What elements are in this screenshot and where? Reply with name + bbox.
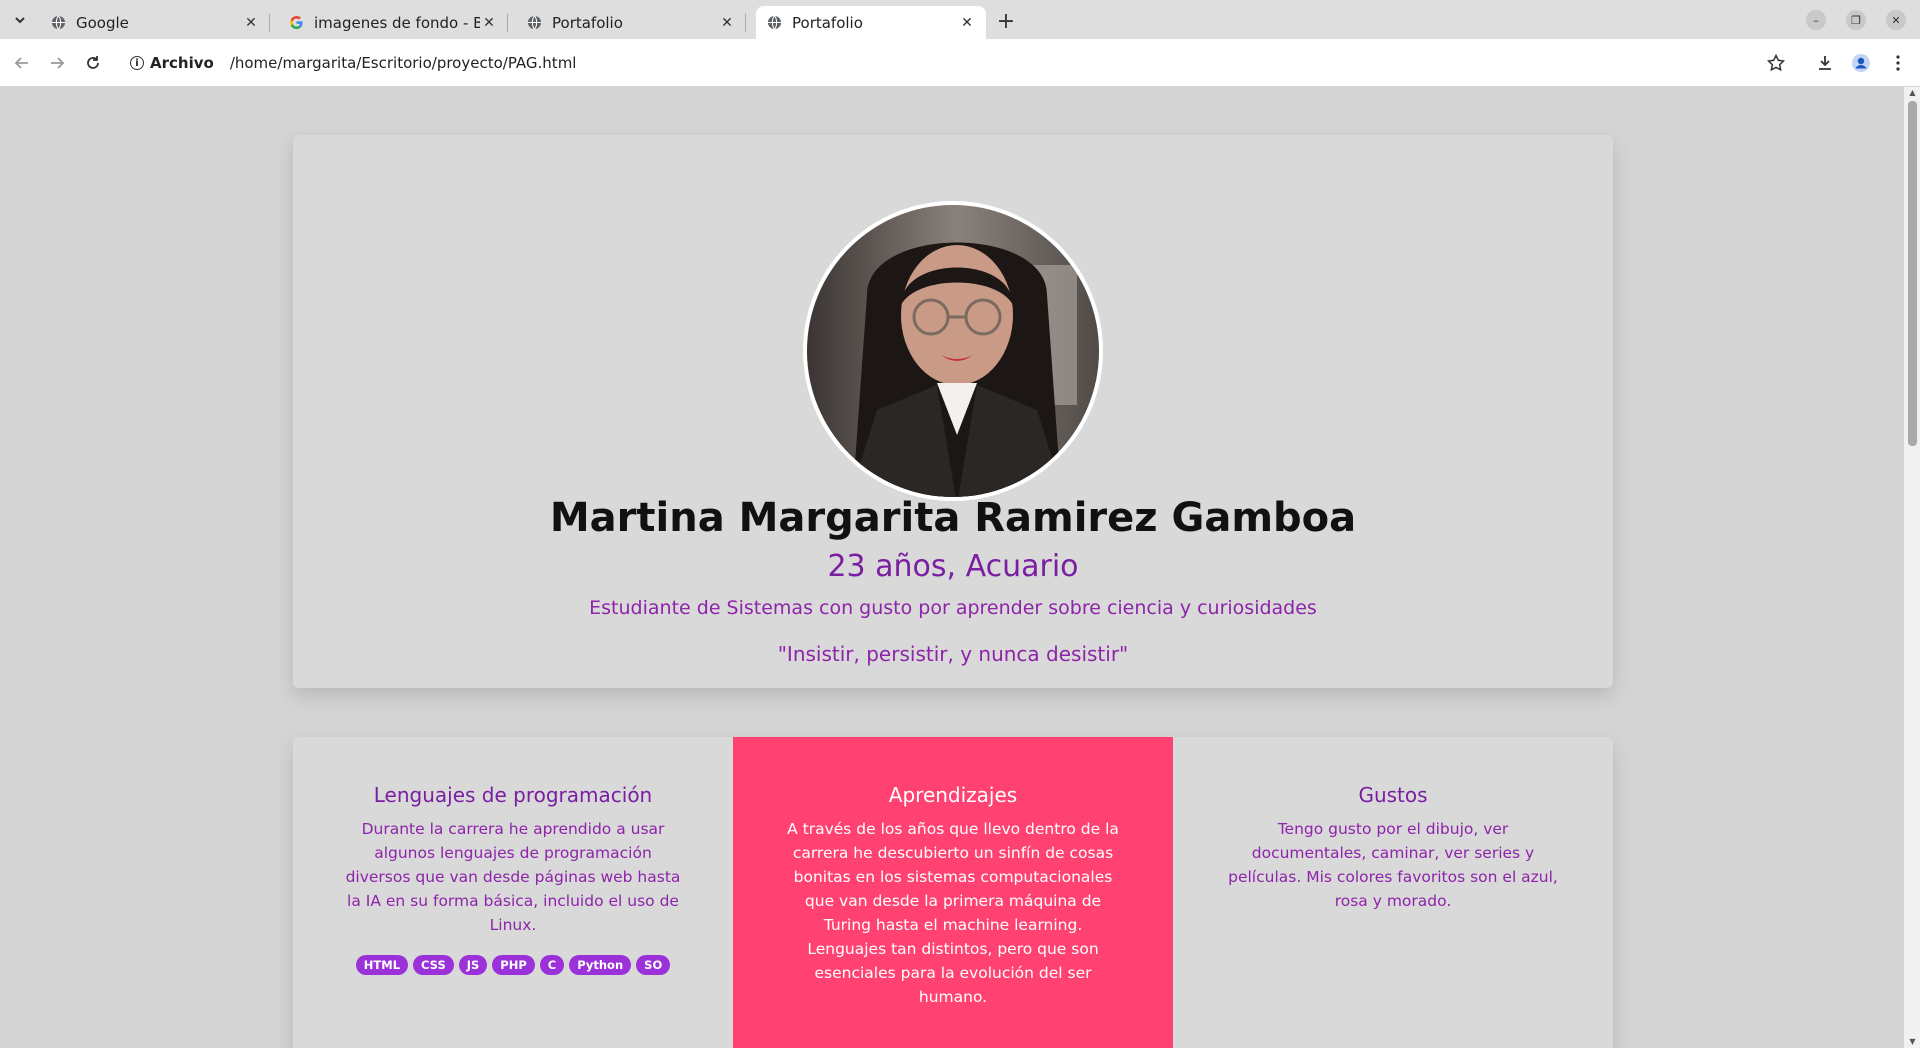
downloads-button[interactable]	[1813, 51, 1837, 75]
tab-title: imagenes de fondo - Bus	[314, 13, 480, 32]
star-icon	[1767, 54, 1785, 72]
restore-button[interactable]: ❐	[1846, 10, 1866, 30]
tab-close-icon[interactable]: ✕	[480, 14, 498, 32]
scroll-up-icon[interactable]: ▲	[1908, 89, 1917, 97]
kebab-menu-icon	[1896, 55, 1900, 71]
arrow-right-icon	[51, 57, 65, 69]
plus-icon: +	[996, 8, 1016, 34]
globe-icon	[50, 15, 66, 31]
globe-icon	[526, 15, 542, 31]
page-scrollbar[interactable]: ▲ ▼	[1904, 87, 1920, 1048]
tagline: Estudiante de Sistemas con gusto por apr…	[589, 597, 1317, 619]
menu-button[interactable]	[1886, 51, 1910, 75]
card-text: A través de los años que llevo dentro de…	[787, 820, 1119, 1006]
site-info-chip[interactable]: i Archivo	[124, 54, 214, 72]
tab-google[interactable]: Google ✕	[40, 6, 270, 39]
close-window-button[interactable]: ✕	[1886, 10, 1906, 30]
download-icon	[1819, 56, 1831, 70]
back-button[interactable]	[10, 51, 34, 75]
tab-portafolio-active[interactable]: Portafolio ✕	[756, 6, 986, 39]
age-sign: 23 años, Acuario	[827, 549, 1079, 584]
tab-title: Google	[76, 13, 129, 32]
card-title: Lenguajes de programación	[373, 783, 653, 807]
scroll-thumb[interactable]	[1908, 101, 1917, 446]
badge-php: PHP	[492, 955, 535, 975]
tab-portafolio-1[interactable]: Portafolio ✕	[516, 6, 746, 39]
bookmark-button[interactable]	[1764, 51, 1788, 75]
tab-close-icon[interactable]: ✕	[718, 14, 736, 32]
badge-css: CSS	[413, 955, 454, 975]
tab-close-icon[interactable]: ✕	[958, 14, 976, 32]
badge-python: Python	[569, 955, 632, 975]
profile-photo	[803, 201, 1103, 501]
address-bar[interactable]: i Archivo /home/margarita/Escritorio/pro…	[124, 47, 1784, 79]
url-text[interactable]: /home/margarita/Escritorio/proyecto/PAG.…	[230, 54, 577, 72]
profile-icon	[1852, 54, 1870, 72]
card-gustos: Gustos Tengo gusto por el dibujo, ver do…	[1173, 737, 1613, 1048]
tab-strip: Google ✕ imagenes de fondo - Bus ✕ Porta…	[0, 0, 1920, 39]
card-text: Durante la carrera he aprendido a usar a…	[345, 820, 681, 934]
google-g-icon	[288, 15, 304, 31]
globe-icon	[766, 15, 782, 31]
minimize-button[interactable]: –	[1806, 10, 1826, 30]
site-info-label: Archivo	[150, 54, 214, 72]
info-icon: i	[130, 56, 144, 70]
reload-button[interactable]	[81, 51, 105, 75]
profile-header-card: Martina Margarita Ramirez Gamboa 23 años…	[293, 135, 1613, 688]
tab-close-icon[interactable]: ✕	[242, 14, 260, 32]
badge-so: SO	[636, 955, 671, 975]
page-viewport: Martina Margarita Ramirez Gamboa 23 años…	[0, 87, 1904, 1048]
info-cards: Lenguajes de programación Durante la car…	[293, 737, 1613, 1048]
language-badges: HTML CSS JS PHP C Python SO	[293, 955, 733, 975]
scroll-down-icon[interactable]: ▼	[1908, 1038, 1917, 1046]
card-title: Gustos	[1358, 783, 1428, 807]
quote: "Insistir, persistir, y nunca desistir"	[777, 642, 1129, 666]
restore-icon: ❐	[1851, 13, 1861, 27]
tab-search-button[interactable]	[8, 8, 32, 32]
reload-icon	[87, 56, 99, 69]
arrow-left-icon	[14, 57, 28, 69]
badge-js: JS	[458, 955, 488, 975]
card-aprendizajes: Aprendizajes A través de los años que ll…	[733, 737, 1173, 1048]
card-text: Tengo gusto por el dibujo, ver documenta…	[1228, 820, 1558, 910]
tab-title: Portafolio	[792, 13, 863, 32]
close-icon: ✕	[1891, 13, 1901, 27]
badge-c: C	[539, 955, 565, 975]
browser-toolbar: i Archivo /home/margarita/Escritorio/pro…	[0, 39, 1920, 87]
forward-button[interactable]	[45, 51, 69, 75]
profile-name: Martina Margarita Ramirez Gamboa	[549, 495, 1357, 541]
badge-html: HTML	[355, 955, 409, 975]
minimize-icon: –	[1813, 13, 1819, 27]
chevron-down-icon	[15, 17, 25, 24]
tab-title: Portafolio	[552, 13, 623, 32]
card-lenguajes: Lenguajes de programación Durante la car…	[293, 737, 733, 1048]
profile-button[interactable]	[1849, 51, 1873, 75]
new-tab-button[interactable]: +	[993, 8, 1019, 34]
card-title: Aprendizajes	[888, 783, 1018, 807]
tab-imagenes[interactable]: imagenes de fondo - Bus ✕	[278, 6, 508, 39]
